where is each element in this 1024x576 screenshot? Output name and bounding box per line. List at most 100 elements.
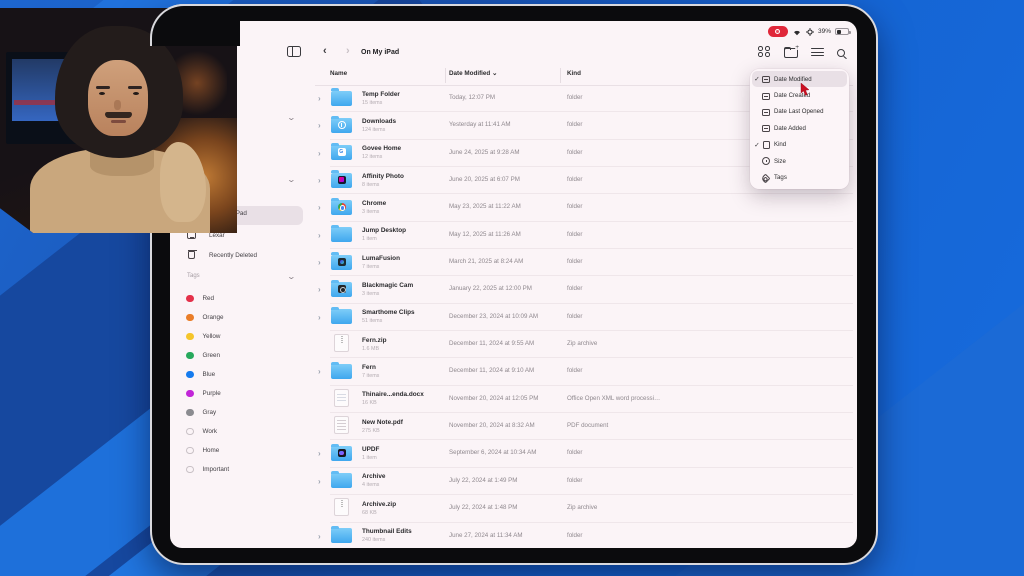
table-row[interactable]: › LumaFusion 7 items March 21, 2025 at 8… <box>315 249 853 276</box>
file-name: Chrome <box>362 200 386 207</box>
disclosure-chevron-icon[interactable]: › <box>318 176 321 185</box>
menu-item-label: Date Modified <box>774 76 812 83</box>
table-row[interactable]: › Thumbnail Edits 240 items June 27, 202… <box>315 523 853 549</box>
forward-button[interactable]: › <box>346 45 350 57</box>
disclosure-chevron-icon[interactable]: › <box>318 532 321 541</box>
table-row[interactable]: › Jump Desktop 1 item May 12, 2025 at 11… <box>315 222 853 249</box>
column-header-date-modified[interactable]: Date Modified ⌄ <box>449 70 497 77</box>
battery-percent: 39% <box>818 28 831 35</box>
sidebar-tag-item[interactable]: Yellow <box>186 327 220 346</box>
chrome-badge-icon <box>338 203 346 211</box>
disclosure-chevron-icon[interactable]: › <box>318 149 321 158</box>
file-date-modified: Yesterday at 11:41 AM <box>449 121 511 128</box>
sort-menu-item[interactable]: ✓ Kind <box>752 137 847 153</box>
column-header-kind[interactable]: Kind <box>567 70 581 77</box>
sidebar-tag-item[interactable]: Orange <box>186 308 224 327</box>
sidebar-tag-item[interactable]: Home <box>186 441 219 460</box>
screen-recording-indicator[interactable] <box>768 26 788 37</box>
video-frame: ul 1 39% ‹ › On My iPad <box>0 0 1024 576</box>
table-row[interactable]: › Fern 7 items December 11, 2024 at 9:10… <box>315 358 853 385</box>
disclosure-chevron-icon[interactable]: › <box>318 258 321 267</box>
mouse-cursor <box>800 83 812 97</box>
file-icon <box>331 280 352 296</box>
tag-label: Home <box>203 447 220 454</box>
file-kind: folder <box>567 449 685 456</box>
presenter-hoodie <box>30 148 210 233</box>
sort-menu-item[interactable]: ✓ Tags <box>752 169 847 185</box>
table-row[interactable]: › Thinaire...enda.docx 16 KB November 20… <box>315 386 853 413</box>
file-detail: 3 items <box>362 291 379 297</box>
file-date-modified: May 12, 2025 at 11:26 AM <box>449 231 521 238</box>
list-view-button[interactable] <box>811 46 824 58</box>
sidebar-item-recently-deleted[interactable]: Recently Deleted <box>209 252 257 259</box>
disclosure-chevron-icon[interactable]: › <box>318 449 321 458</box>
file-kind: folder <box>567 231 685 238</box>
search-button[interactable] <box>837 49 845 57</box>
disclosure-chevron-icon[interactable]: › <box>318 367 321 376</box>
disclosure-chevron-icon[interactable]: › <box>318 203 321 212</box>
tag-label: Blue <box>203 371 216 378</box>
menu-item-icon <box>762 124 770 132</box>
disclosure-chevron-icon[interactable]: › <box>318 94 321 103</box>
sidebar-tag-item[interactable]: Purple <box>186 384 221 403</box>
section-collapse-chevron[interactable]: ⌄ <box>287 175 296 184</box>
file-detail: 8 items <box>362 182 379 188</box>
sidebar-tag-item[interactable]: Important <box>186 460 229 479</box>
file-name: UPDF <box>362 446 379 453</box>
file-name: Thinaire...enda.docx <box>362 391 424 398</box>
back-button[interactable]: ‹ <box>323 45 327 57</box>
sidebar-tag-item[interactable]: Red <box>186 289 214 308</box>
sidebar-tag-item[interactable]: Green <box>186 346 220 365</box>
disclosure-chevron-icon[interactable]: › <box>318 477 321 486</box>
file-kind: folder <box>567 313 685 320</box>
file-date-modified: December 23, 2024 at 10:09 AM <box>449 313 538 320</box>
sort-menu-item[interactable]: ✓ Date Last Opened <box>752 104 847 120</box>
table-row[interactable]: › Archive 4 items July 22, 2024 at 1:49 … <box>315 468 853 495</box>
sort-menu-item[interactable]: ✓ Size <box>752 153 847 169</box>
ipad-corner-bezel <box>150 4 240 46</box>
file-kind: Zip archive <box>567 340 685 347</box>
disclosure-chevron-icon[interactable]: › <box>318 231 321 240</box>
disclosure-chevron-icon[interactable]: › <box>318 285 321 294</box>
file-detail: 124 items <box>362 127 385 133</box>
file-icon <box>331 417 352 433</box>
disclosure-chevron-icon[interactable]: › <box>318 313 321 322</box>
table-row[interactable]: › Chrome 3 items May 23, 2025 at 11:22 A… <box>315 194 853 221</box>
file-icon <box>331 527 352 543</box>
sidebar-tag-item[interactable]: Work <box>186 422 217 441</box>
table-row[interactable]: › Smarthome Clips 51 items December 23, … <box>315 304 853 331</box>
status-bar: ul 1 39% <box>170 21 857 41</box>
sidebar-tag-item[interactable]: Gray <box>186 403 216 422</box>
file-name: New Note.pdf <box>362 419 403 426</box>
file-kind: folder <box>567 285 685 292</box>
table-row[interactable]: › UPDF 1 item September 6, 2024 at 10:34… <box>315 440 853 467</box>
tag-color-dot <box>186 466 194 474</box>
sidebar-item-lexar[interactable]: Lexar <box>209 232 225 239</box>
new-folder-button[interactable] <box>784 48 798 58</box>
file-icon <box>331 362 352 378</box>
file-kind: folder <box>567 121 685 128</box>
section-collapse-chevron[interactable]: ⌄ <box>287 113 296 122</box>
sidebar-toggle-button[interactable] <box>287 46 301 57</box>
tag-color-dot <box>186 314 194 322</box>
wifi-icon <box>792 28 802 36</box>
sidebar-tag-item[interactable]: Blue <box>186 365 215 384</box>
table-row[interactable]: › Archive.zip 68 KB July 22, 2024 at 1:4… <box>315 495 853 522</box>
file-detail: 275 KB <box>362 428 380 434</box>
disclosure-chevron-icon[interactable]: › <box>318 121 321 130</box>
table-row[interactable]: › Blackmagic Cam 3 items January 22, 202… <box>315 276 853 303</box>
tag-color-dot <box>186 390 194 398</box>
column-header-name[interactable]: Name <box>330 70 347 77</box>
section-collapse-chevron[interactable]: ⌄ <box>287 272 296 281</box>
table-row[interactable]: › Fern.zip 1.6 MB December 11, 2024 at 9… <box>315 331 853 358</box>
checkmark-icon: ✓ <box>752 75 762 83</box>
file-icon <box>331 116 352 132</box>
column-divider <box>560 68 561 83</box>
view-options-button[interactable] <box>758 46 771 58</box>
sort-menu-item[interactable]: ✓ Date Added <box>752 120 847 136</box>
file-name: Govee Home <box>362 145 401 152</box>
file-name: Archive <box>362 473 385 480</box>
file-icon <box>331 226 352 242</box>
table-row[interactable]: › New Note.pdf 275 KB November 20, 2024 … <box>315 413 853 440</box>
file-date-modified: November 20, 2024 at 8:32 AM <box>449 422 535 429</box>
